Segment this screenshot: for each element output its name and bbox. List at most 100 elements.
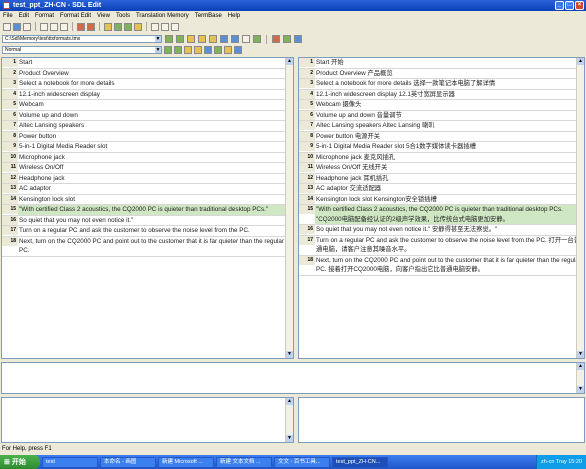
segment-text[interactable]: "With certified Class 2 acoustics, the C…: [18, 205, 293, 215]
segment-text[interactable]: Kensington lock slot Kensington安全锁插槽: [315, 195, 584, 205]
start-button[interactable]: ⊞ 开始: [0, 455, 40, 469]
segment-text[interactable]: So quiet that you may not even notice it…: [18, 216, 293, 226]
target-segment-row[interactable]: 4 12.1-inch widescreen display 12.1英寸宽屏显示…: [299, 89, 584, 100]
filter-icon[interactable]: [242, 35, 250, 43]
tm-scrollbar[interactable]: ▲ ▼: [576, 363, 584, 393]
translate-next-icon[interactable]: [220, 35, 228, 43]
source-segment-row[interactable]: 6 Volume up and down: [2, 110, 293, 121]
menu-item-translation-memory[interactable]: Translation Memory: [136, 13, 189, 19]
source-segment-row[interactable]: 17 Turn on a regular PC and ask the custo…: [2, 226, 293, 237]
verify-icon[interactable]: [253, 35, 261, 43]
scroll-down-icon[interactable]: ▼: [577, 351, 584, 358]
target-segment-row[interactable]: 16 So quiet that you may not even notice …: [299, 225, 584, 236]
taskbar-item[interactable]: 新建 Microsoft ...: [158, 456, 214, 468]
format-icon[interactable]: [204, 46, 212, 54]
segment-text[interactable]: Start 开始: [315, 58, 584, 68]
segment-text[interactable]: AC adaptor 交流适配器: [315, 184, 584, 194]
target-segment-row[interactable]: 18 Next, turn on the CQ2000 PC and point …: [299, 255, 584, 276]
segment-text[interactable]: Kensington lock slot: [18, 195, 293, 205]
source-segment-row[interactable]: 4 12.1-inch widescreen display: [2, 89, 293, 100]
source-scrollbar[interactable]: ▲ ▼: [285, 58, 293, 358]
source-segment-row[interactable]: 15 "With certified Class 2 acoustics, the…: [2, 205, 293, 216]
segment-text[interactable]: Product Overview 产品概览: [315, 69, 584, 79]
segment-text[interactable]: Headphone jack: [18, 174, 293, 184]
segment-text[interactable]: Webcam: [18, 100, 293, 110]
source-pane[interactable]: 1 Start 2 Product Overview 3 Select a noteboo…: [1, 57, 294, 359]
termbase-icon[interactable]: [134, 22, 142, 31]
segment-text[interactable]: Start: [18, 58, 293, 68]
segment-text[interactable]: Wireless On/Off 无线开关: [315, 163, 584, 173]
segment-text[interactable]: "With certified Class 2 acoustics, the C…: [315, 205, 584, 224]
scroll-up-icon[interactable]: ▲: [286, 58, 293, 65]
segment-text[interactable]: Wireless On/Off: [18, 163, 293, 173]
paste-icon[interactable]: [60, 22, 68, 31]
taskbar-item[interactable]: test: [42, 456, 98, 468]
target-segment-row[interactable]: 12 Headphone jack 耳机插孔: [299, 173, 584, 184]
target-scrollbar[interactable]: ▲ ▼: [576, 58, 584, 358]
source-segment-row[interactable]: 13 AC adaptor: [2, 184, 293, 195]
source-segment-row[interactable]: 8 Power button: [2, 131, 293, 142]
segment-text[interactable]: Next, turn on the CQ2000 PC and point ou…: [18, 237, 293, 256]
tag-icon[interactable]: [283, 35, 291, 43]
copy-icon[interactable]: [50, 22, 58, 31]
concordance-target-pane[interactable]: [298, 397, 585, 443]
target-segment-row[interactable]: 17 Turn on a regular PC and ask the custo…: [299, 235, 584, 256]
concordance-icon[interactable]: [124, 22, 132, 31]
format-icon[interactable]: [164, 46, 172, 54]
taskbar-item[interactable]: 本命名 - 画图: [100, 456, 156, 468]
print-icon[interactable]: [23, 22, 31, 31]
menu-item-format[interactable]: Format: [35, 13, 54, 19]
find-icon[interactable]: [104, 22, 112, 31]
italic-icon[interactable]: [161, 22, 169, 31]
segment-text[interactable]: Microphone jack: [18, 153, 293, 163]
source-segment-row[interactable]: 5 Webcam: [2, 100, 293, 111]
target-segment-row[interactable]: 14 Kensington lock slot Kensington安全锁插槽: [299, 194, 584, 205]
source-segment-row[interactable]: 12 Headphone jack: [2, 173, 293, 184]
target-segment-row[interactable]: 5 Webcam 摄像头: [299, 100, 584, 111]
target-pane[interactable]: 1 Start 开始 2 Product Overview 产品概览 3 Select a…: [298, 57, 585, 359]
source-segment-row[interactable]: 14 Kensington lock slot: [2, 194, 293, 205]
previous-segment-icon[interactable]: [198, 35, 206, 43]
segment-text[interactable]: Altec Lansing speakers Altec Lansing 喇叭: [315, 121, 584, 131]
source-segment-row[interactable]: 3 Select a notebook for more details: [2, 79, 293, 90]
minimize-button[interactable]: _: [555, 1, 564, 10]
concordance-source-pane[interactable]: ▲ ▼: [1, 397, 294, 443]
chevron-down-icon[interactable]: ▼: [155, 36, 161, 42]
segment-text[interactable]: AC adaptor: [18, 184, 293, 194]
save-icon[interactable]: [13, 22, 21, 31]
source-segment-row[interactable]: 9 5-in-1 Digital Media Reader slot: [2, 142, 293, 153]
segment-text[interactable]: Headphone jack 耳机插孔: [315, 174, 584, 184]
segment-text[interactable]: So quiet that you may not even notice it…: [315, 225, 584, 235]
segment-text[interactable]: Product Overview: [18, 69, 293, 79]
taskbar-item[interactable]: 文文 - 百书工具...: [274, 456, 330, 468]
target-segment-row[interactable]: 2 Product Overview 产品概览: [299, 68, 584, 79]
segment-text[interactable]: Next, turn on the CQ2000 PC and point ou…: [315, 256, 584, 275]
segment-text[interactable]: 12.1-inch widescreen display 12.1英寸宽屏显示器: [315, 90, 584, 100]
format-icon[interactable]: [184, 46, 192, 54]
segment-text[interactable]: 12.1-inch widescreen display: [18, 90, 293, 100]
taskbar-item[interactable]: test_ppt_ZH-CN...: [332, 456, 388, 468]
format-icon[interactable]: [194, 46, 202, 54]
redo-icon[interactable]: [87, 22, 95, 31]
close-button[interactable]: ×: [575, 1, 584, 10]
target-segment-row[interactable]: 10 Microphone jack 麦克风插孔: [299, 152, 584, 163]
undo-icon[interactable]: [77, 22, 85, 31]
format-icon[interactable]: [234, 46, 242, 54]
segment-text[interactable]: 5-in-1 Digital Media Reader slot: [18, 142, 293, 152]
translate-to-fuzzy-icon[interactable]: [231, 35, 239, 43]
scroll-down-icon[interactable]: ▼: [286, 435, 293, 442]
tm-lookup-icon[interactable]: [114, 22, 122, 31]
style-combo[interactable]: Normal ▼: [2, 46, 162, 54]
menu-item-tools[interactable]: Tools: [116, 13, 130, 19]
tm-result-pane[interactable]: ▲ ▼: [1, 362, 585, 394]
target-segment-row[interactable]: 7 Altec Lansing speakers Altec Lansing 喇叭: [299, 121, 584, 132]
source-segment-row[interactable]: 16 So quiet that you may not even notice …: [2, 215, 293, 226]
source-segment-row[interactable]: 1 Start: [2, 58, 293, 69]
tm-path-combo[interactable]: C:\Sdl\Memory\test\ttxformats.tmx ▼: [2, 35, 162, 43]
source-segment-row[interactable]: 10 Microphone jack: [2, 152, 293, 163]
restore-source-icon[interactable]: [272, 35, 280, 43]
segment-text[interactable]: Turn on a regular PC and ask the custome…: [18, 226, 293, 236]
next-segment-icon[interactable]: [209, 35, 217, 43]
scroll-up-icon[interactable]: ▲: [577, 58, 584, 65]
new-icon[interactable]: [3, 22, 11, 31]
